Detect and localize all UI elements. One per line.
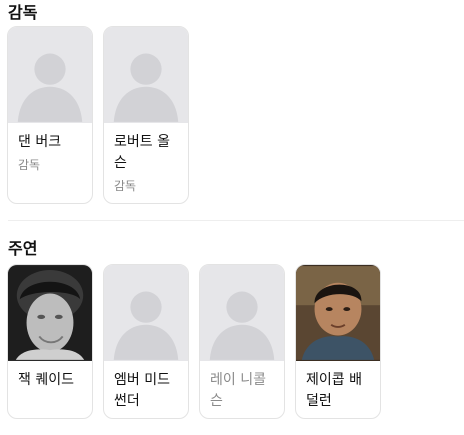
person-silhouette-icon [113,291,179,360]
person-name: 로버트 올슨 [114,134,170,171]
person-role: 감독 [114,179,137,193]
person-photo-placeholder [8,27,92,123]
person-name: 댄 버크 [18,134,62,150]
person-card-director-2[interactable]: 로버트 올슨 감독 [103,26,189,204]
person-card-cast-1[interactable]: 잭 퀘이드 [7,264,93,419]
person-name: 레이 니콜슨 [210,372,266,409]
person-photo-placeholder [104,265,188,361]
person-silhouette-icon [113,53,179,122]
person-photo-portrait-bw [8,265,92,361]
person-photo-placeholder [200,265,284,361]
section-title-director: 감독 [8,3,38,22]
portrait-photo-icon [296,266,380,360]
section-divider [8,220,464,221]
person-card-cast-2[interactable]: 엠버 미드썬더 [103,264,189,419]
person-name: 엠버 미드썬더 [114,372,170,409]
person-card-cast-3[interactable]: 레이 니콜슨 [199,264,285,419]
portrait-photo-icon [8,266,92,360]
section-title-cast: 주연 [8,239,38,258]
person-card-cast-4[interactable]: 제이콥 배덜런 [295,264,381,419]
person-silhouette-icon [209,291,275,360]
person-silhouette-icon [17,53,83,122]
person-photo-placeholder [104,27,188,123]
person-name: 제이콥 배덜런 [306,372,362,409]
person-name: 잭 퀘이드 [18,372,74,388]
person-role: 감독 [18,158,41,172]
person-photo-portrait-color [296,265,380,361]
person-card-director-1[interactable]: 댄 버크 감독 [7,26,93,204]
